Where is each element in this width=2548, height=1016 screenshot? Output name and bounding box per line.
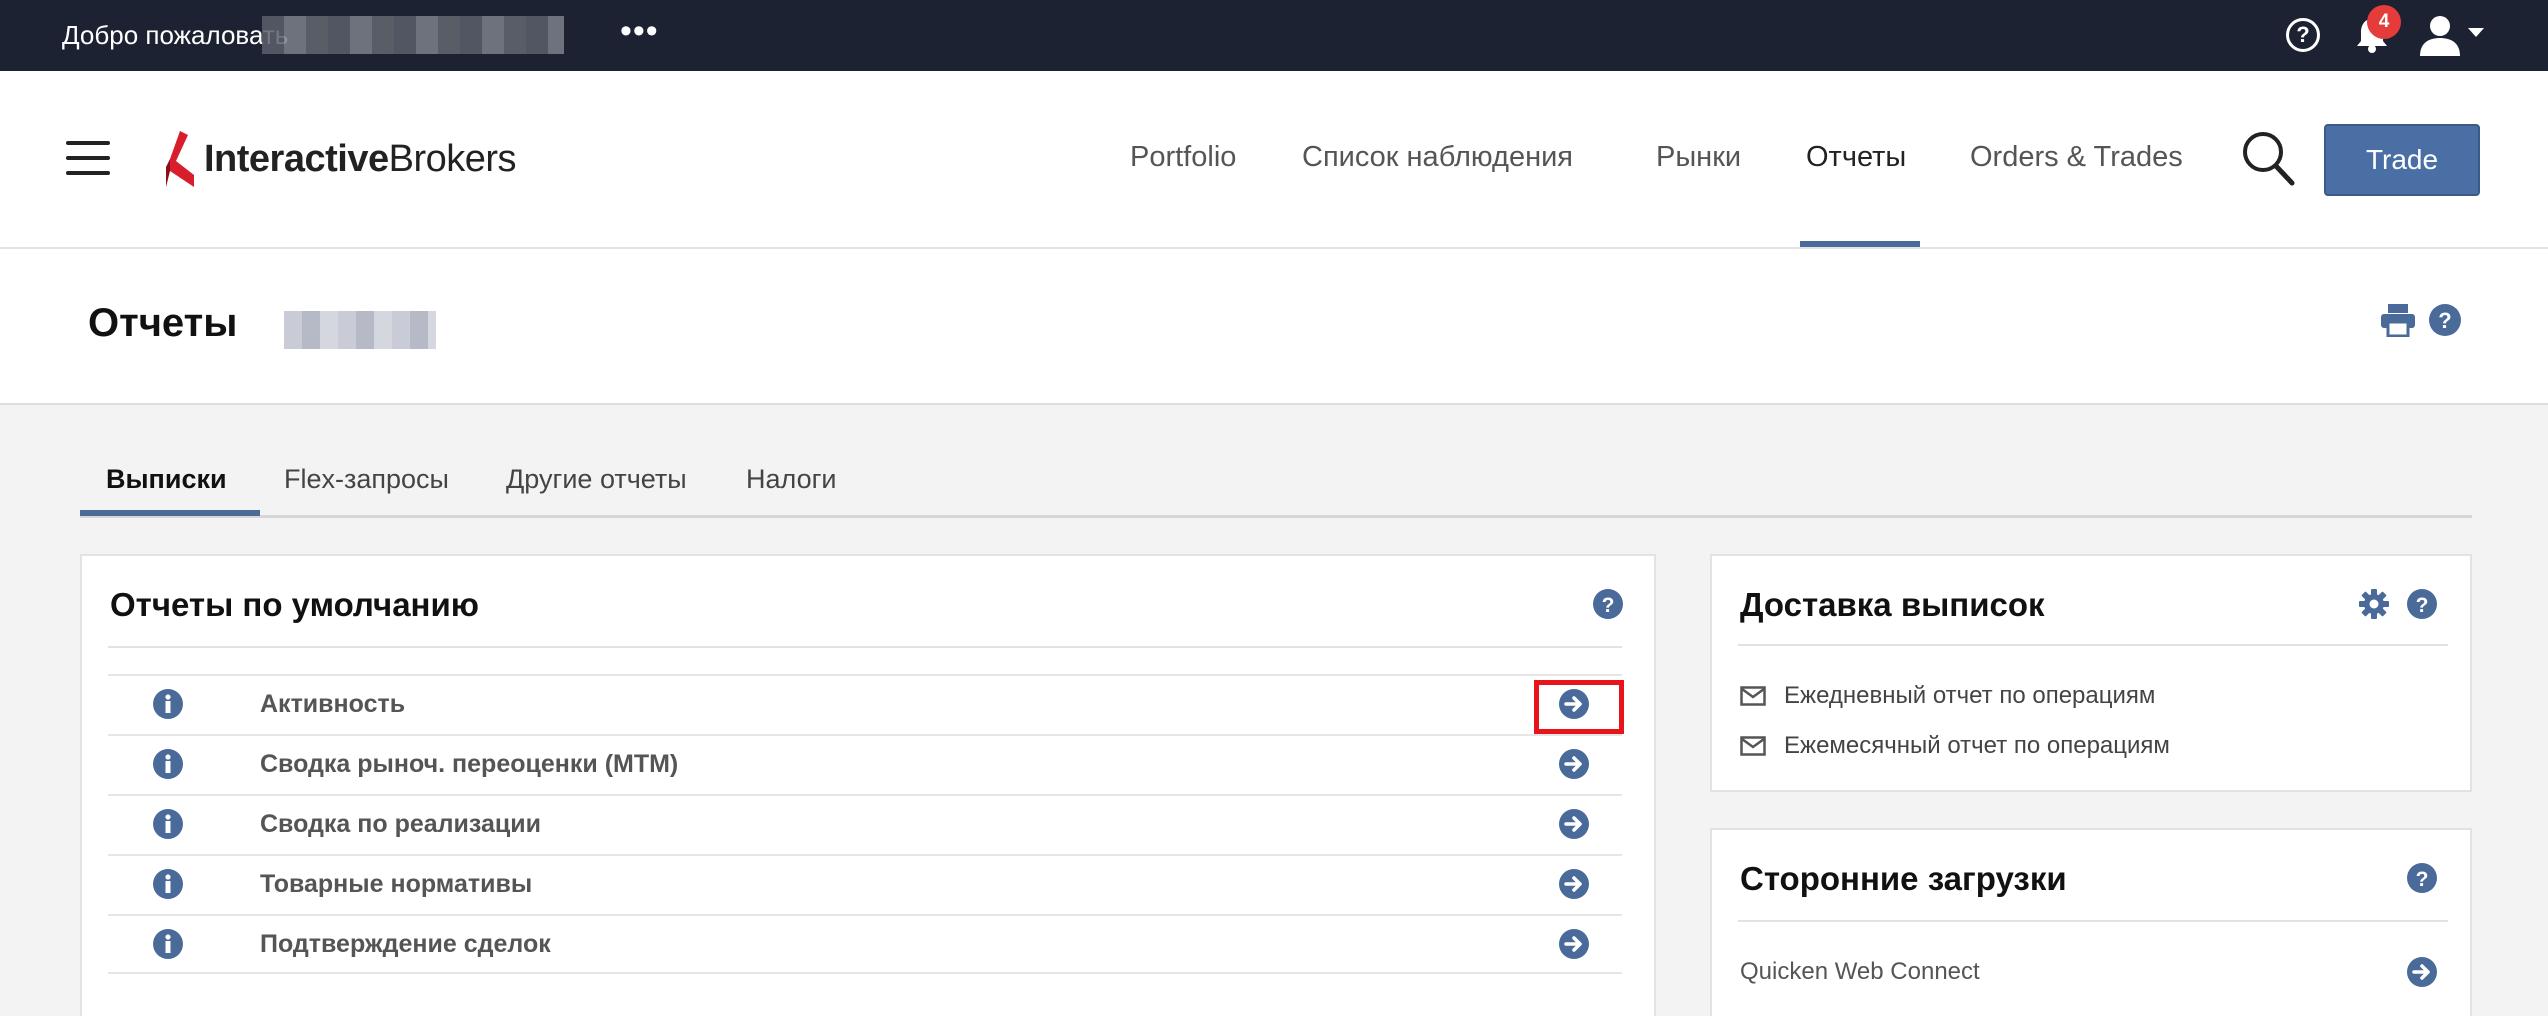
help-icon[interactable]: ? <box>1592 588 1624 620</box>
report-label: Подтверждение сделок <box>260 930 551 958</box>
svg-text:?: ? <box>1602 594 1615 617</box>
panel-title: Сторонние загрузки <box>1740 860 2067 897</box>
panel-title: Отчеты по умолчанию <box>110 586 479 623</box>
redacted-username <box>262 16 564 54</box>
report-row-trade-confirmation: Подтверждение сделок <box>108 914 1622 974</box>
chevron-down-icon[interactable] <box>2468 28 2484 37</box>
download-item-quicken[interactable]: Quicken Web Connect <box>1740 958 1980 986</box>
divider <box>108 646 1622 648</box>
svg-text:?: ? <box>2438 308 2451 333</box>
print-icon[interactable] <box>2380 303 2416 337</box>
envelope-icon <box>1740 686 1766 706</box>
logo-text: InteractiveBrokers <box>204 137 517 180</box>
arrow-right-icon[interactable] <box>1558 748 1590 780</box>
divider <box>1738 920 2448 922</box>
arrow-right-icon[interactable] <box>1558 928 1590 960</box>
tab-other-reports[interactable]: Другие отчеты <box>506 464 687 495</box>
svg-text:?: ? <box>2416 868 2429 891</box>
tab-flex-queries[interactable]: Flex-запросы <box>284 464 449 495</box>
panel-title: Доставка выписок <box>1740 586 2045 623</box>
user-icon[interactable] <box>2418 14 2462 56</box>
main-header: InteractiveBrokers Portfolio Список набл… <box>0 71 2548 249</box>
hamburger-menu-icon[interactable] <box>66 141 110 175</box>
help-icon[interactable]: ? <box>2428 303 2462 337</box>
delivery-item-label: Ежедневный отчет по операциям <box>1784 682 2156 709</box>
help-icon[interactable]: ? <box>2406 588 2438 620</box>
third-party-downloads-panel: Сторонние загрузки ? Quicken Web Connect <box>1710 828 2472 1016</box>
active-nav-indicator <box>1800 241 1920 247</box>
highlight-box <box>1534 680 1624 734</box>
divider <box>1738 644 2448 646</box>
report-row-mtm: Сводка рыноч. переоценки (MTM) <box>108 734 1622 794</box>
arrow-right-icon[interactable] <box>1558 868 1590 900</box>
nav-watchlist[interactable]: Список наблюдения <box>1302 141 1573 174</box>
interactive-brokers-logo[interactable]: InteractiveBrokers <box>166 129 517 189</box>
gear-icon[interactable] <box>2358 588 2390 620</box>
report-label: Сводка рыноч. переоценки (MTM) <box>260 750 679 778</box>
page-title: Отчеты <box>88 301 238 345</box>
help-icon[interactable]: ? <box>2406 862 2438 894</box>
delivery-item-daily[interactable]: Ежедневный отчет по операциям <box>1740 682 2155 710</box>
tab-taxes[interactable]: Налоги <box>746 464 837 495</box>
svg-text:?: ? <box>2416 594 2429 617</box>
info-icon[interactable] <box>152 748 184 780</box>
info-icon[interactable] <box>152 868 184 900</box>
delivery-item-monthly[interactable]: Ежемесячный отчет по операциям <box>1740 732 2170 760</box>
search-icon[interactable] <box>2240 129 2296 187</box>
default-reports-panel: Отчеты по умолчанию ? Активность Сводка … <box>80 554 1656 1016</box>
more-menu-button[interactable]: ••• <box>620 12 659 51</box>
active-tab-indicator <box>80 510 260 516</box>
notification-badge: 4 <box>2367 5 2401 39</box>
info-icon[interactable] <box>152 808 184 840</box>
report-label: Сводка по реализации <box>260 810 542 838</box>
page-title-bar: Отчеты ? <box>0 249 2548 405</box>
logo-mark-icon <box>166 131 194 187</box>
nav-portfolio[interactable]: Portfolio <box>1130 141 1236 174</box>
statement-delivery-panel: Доставка выписок ? Ежедневный отчет по о… <box>1710 554 2472 792</box>
delivery-item-label: Ежемесячный отчет по операциям <box>1784 732 2170 759</box>
nav-markets[interactable]: Рынки <box>1656 141 1741 174</box>
arrow-right-icon[interactable] <box>2406 956 2438 988</box>
info-icon[interactable] <box>152 688 184 720</box>
trade-button[interactable]: Trade <box>2324 124 2480 196</box>
welcome-text: Добро пожаловать <box>62 20 289 50</box>
report-label: Товарные нормативы <box>260 870 533 898</box>
report-tabs: Выписки Flex-запросы Другие отчеты Налог… <box>80 450 2472 518</box>
top-bar: Добро пожаловать ••• ? 4 <box>0 0 2548 71</box>
arrow-right-icon[interactable] <box>1558 808 1590 840</box>
report-label: Активность <box>260 690 406 718</box>
tab-statements[interactable]: Выписки <box>106 464 227 495</box>
report-row-activity: Активность <box>108 674 1622 734</box>
nav-reports[interactable]: Отчеты <box>1806 141 1906 174</box>
info-icon[interactable] <box>152 928 184 960</box>
envelope-icon <box>1740 736 1766 756</box>
report-row-commodity: Товарные нормативы <box>108 854 1622 914</box>
redacted-account-id <box>284 311 436 349</box>
report-row-realized: Сводка по реализации <box>108 794 1622 854</box>
help-icon[interactable]: ? <box>2286 18 2320 52</box>
nav-orders-trades[interactable]: Orders & Trades <box>1970 141 2183 174</box>
